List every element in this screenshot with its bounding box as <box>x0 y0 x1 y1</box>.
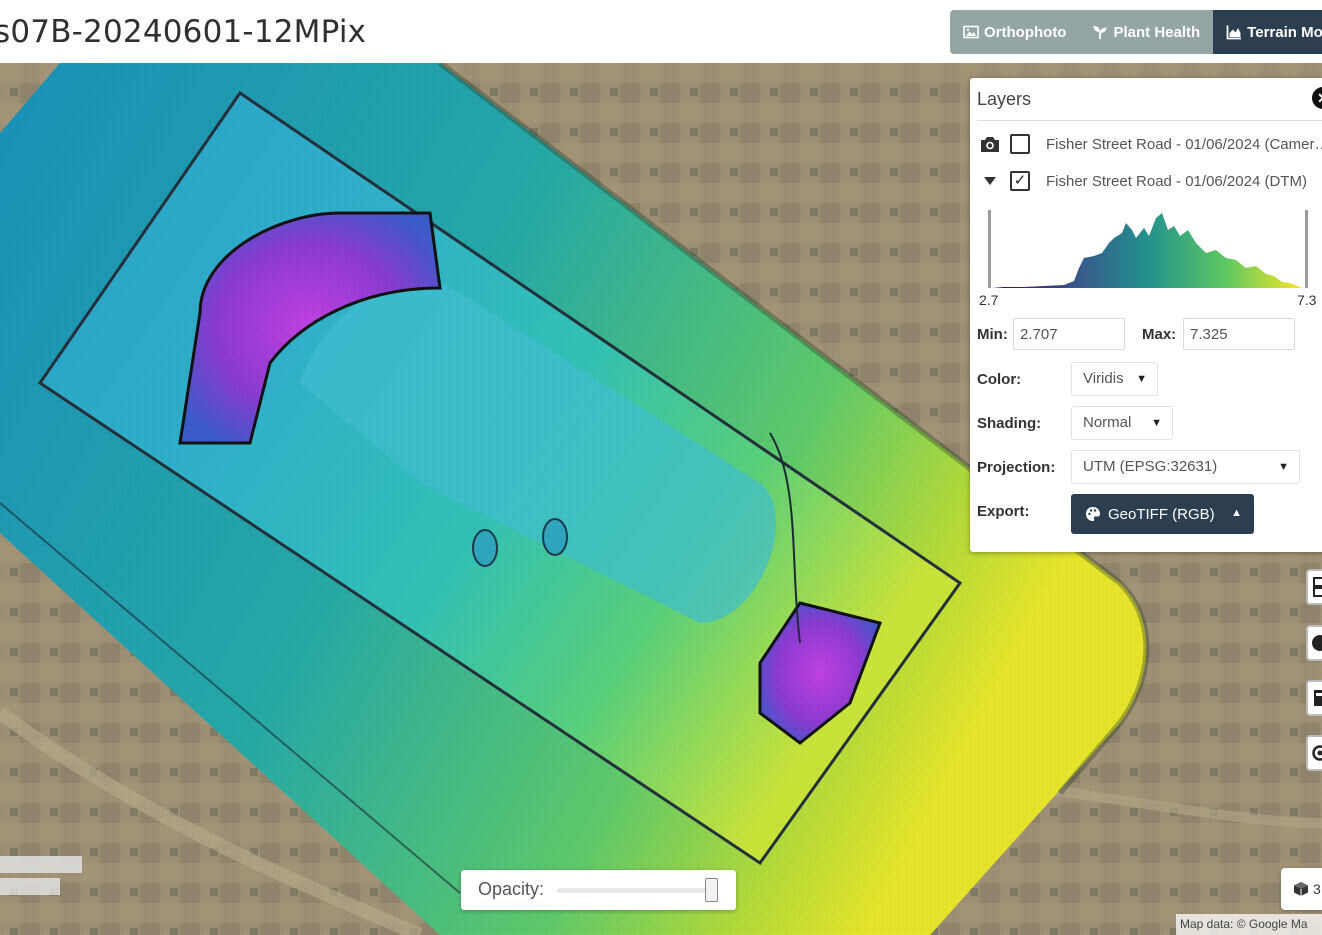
max-value-input[interactable]: 7.325 <box>1183 318 1295 350</box>
opacity-slider-track[interactable] <box>557 888 717 893</box>
3d-view-button[interactable]: 3 <box>1281 868 1322 910</box>
image-icon <box>963 25 979 39</box>
scale-bar-1 <box>0 856 82 873</box>
camera-icon[interactable] <box>979 133 1001 155</box>
projection-label: Projection: <box>977 459 1056 476</box>
layer-label: Fisher Street Road - 01/06/2024 (Camer… <box>1046 135 1322 153</box>
shading-label: Shading: <box>977 415 1042 432</box>
min-value-input[interactable]: 2.707 <box>1013 318 1125 350</box>
3d-button-label: 3 <box>1313 881 1321 897</box>
projection-select-value: UTM (EPSG:32631) <box>1083 458 1218 475</box>
view-mode-tabs: Orthophoto Plant Health Terrain Mo <box>950 10 1322 54</box>
tab-label: Terrain Mo <box>1247 23 1322 41</box>
caret-down-icon[interactable] <box>979 170 1001 192</box>
histogram-max-label: 7.3 <box>1297 292 1317 308</box>
tab-label: Plant Health <box>1113 23 1201 41</box>
layers-panel-title: Layers <box>977 89 1032 109</box>
close-icon[interactable]: ✕ <box>1312 87 1322 109</box>
top-bar: s07B-20240601-12MPix Orthophoto Plant He… <box>0 0 1322 63</box>
shading-select[interactable]: Normal ▼ <box>1071 406 1173 440</box>
tab-label: Orthophoto <box>984 23 1067 41</box>
cube-icon <box>1294 882 1308 896</box>
min-label: Min: <box>977 326 1008 343</box>
opacity-control: Opacity: <box>461 870 736 910</box>
tab-orthophoto[interactable]: Orthophoto <box>950 10 1080 54</box>
page-title: s07B-20240601-12MPix <box>0 14 367 50</box>
opacity-slider-thumb[interactable] <box>705 878 718 902</box>
elevation-histogram[interactable] <box>984 208 1314 290</box>
layer-item-camera: Fisher Street Road - 01/06/2024 (Camer… <box>979 131 1322 157</box>
palette-icon <box>1086 507 1100 521</box>
grid-icon <box>1313 577 1322 597</box>
scale-bar-2 <box>0 878 60 895</box>
map-view[interactable]: Layers ✕ Fisher Street Road - 01/06/2024… <box>0 63 1322 935</box>
chevron-down-icon: ▼ <box>1136 373 1147 385</box>
layers-panel: Layers ✕ Fisher Street Road - 01/06/2024… <box>970 78 1322 552</box>
layer-label: Fisher Street Road - 01/06/2024 (DTM) <box>1046 172 1307 190</box>
export-geotiff-button[interactable]: GeoTIFF (RGB) ▲ <box>1071 494 1254 534</box>
panel-divider <box>977 120 1322 121</box>
plus-circle-icon <box>1312 635 1322 651</box>
ruler-icon <box>1314 690 1322 706</box>
layer-visibility-checkbox[interactable]: ✓ <box>1010 171 1030 191</box>
max-label: Max: <box>1142 326 1177 343</box>
tab-plant-health[interactable]: Plant Health <box>1079 10 1214 54</box>
side-tool-button-2[interactable] <box>1306 625 1322 661</box>
projection-select[interactable]: UTM (EPSG:32631) ▼ <box>1071 450 1300 484</box>
color-label: Color: <box>977 371 1022 388</box>
color-select[interactable]: Viridis ▼ <box>1071 362 1158 396</box>
side-tool-button-3[interactable] <box>1306 680 1322 716</box>
export-label: Export: <box>977 503 1030 520</box>
histogram-min-label: 2.7 <box>979 292 999 308</box>
layer-visibility-checkbox[interactable] <box>1010 134 1030 154</box>
side-tool-button-4[interactable] <box>1306 735 1322 771</box>
target-icon <box>1312 745 1322 761</box>
caret-up-icon: ▲ <box>1231 507 1242 519</box>
opacity-label: Opacity: <box>478 879 545 899</box>
layer-item-dtm: ✓ Fisher Street Road - 01/06/2024 (DTM) <box>979 168 1307 194</box>
export-button-label: GeoTIFF (RGB) <box>1108 505 1215 523</box>
seedling-icon <box>1093 26 1107 39</box>
side-tool-button-1[interactable] <box>1306 569 1322 605</box>
chevron-down-icon: ▼ <box>1278 461 1289 473</box>
chevron-down-icon: ▼ <box>1151 417 1162 429</box>
color-select-value: Viridis <box>1083 370 1124 387</box>
shading-select-value: Normal <box>1083 414 1132 431</box>
map-attribution: Map data: © Google Ma <box>1176 914 1322 935</box>
tab-terrain-model[interactable]: Terrain Mo <box>1213 10 1322 54</box>
chart-area-icon <box>1226 25 1242 40</box>
